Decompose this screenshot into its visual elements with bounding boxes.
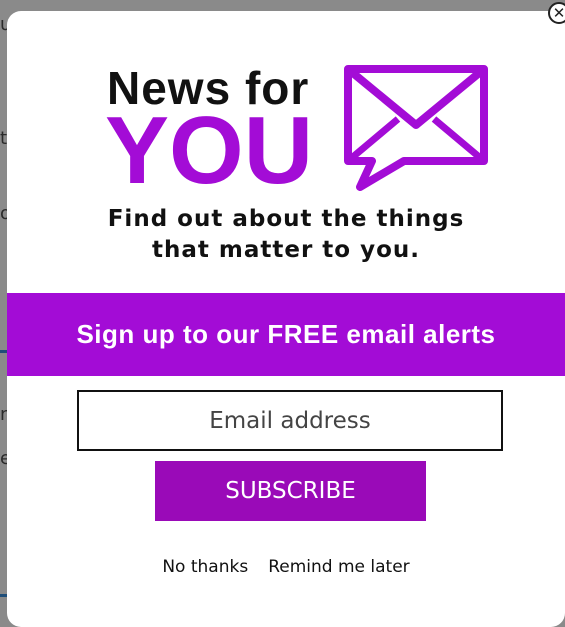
tagline-line-2: that matter to you. <box>151 237 421 263</box>
envelope-speech-icon <box>344 65 488 191</box>
tagline-line-1: Find out about the things <box>107 206 465 232</box>
background-text-fragment: t <box>0 128 8 149</box>
signup-banner: Sign up to our FREE email alerts <box>7 293 565 376</box>
tagline: Find out about the things that matter to… <box>7 204 565 266</box>
no-thanks-link[interactable]: No thanks <box>162 557 248 577</box>
news-for-you-logo: News for YOU Find out about the things t… <box>7 11 565 281</box>
subscribe-button[interactable]: SUBSCRIBE <box>155 461 426 521</box>
newsletter-popup: News for YOU Find out about the things t… <box>7 11 565 627</box>
logo-you-text: YOU <box>105 97 314 204</box>
close-icon[interactable]: ✕ <box>548 2 565 24</box>
dismiss-links: No thanks Remind me later <box>7 557 565 577</box>
email-field[interactable] <box>77 390 503 451</box>
remind-later-link[interactable]: Remind me later <box>268 557 409 577</box>
